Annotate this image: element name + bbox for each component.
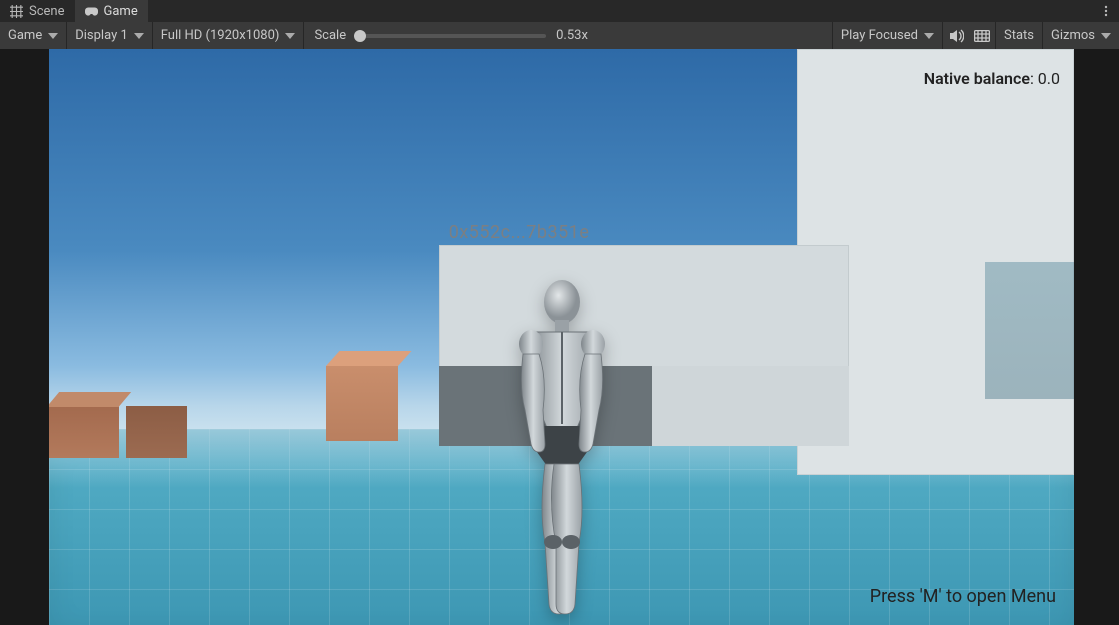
grid-icon bbox=[10, 5, 23, 18]
aspect-grid-button[interactable] bbox=[969, 22, 995, 49]
tab-scene-label: Scene bbox=[29, 4, 65, 19]
tab-scene[interactable]: Scene bbox=[0, 0, 75, 22]
camera-dropdown-label: Game bbox=[8, 28, 42, 43]
chevron-down-icon bbox=[134, 31, 144, 41]
speaker-icon bbox=[948, 28, 964, 44]
chevron-down-icon bbox=[48, 31, 58, 41]
resolution-dropdown[interactable]: Full HD (1920x1080) bbox=[153, 22, 304, 49]
tab-game[interactable]: Game bbox=[75, 0, 148, 22]
gizmos-dropdown[interactable]: Gizmos bbox=[1043, 22, 1119, 49]
scene-cube-b bbox=[126, 406, 188, 458]
tab-options-button[interactable] bbox=[1097, 0, 1115, 22]
camera-dropdown[interactable]: Game bbox=[0, 22, 66, 49]
chevron-down-icon bbox=[924, 31, 934, 41]
scale-label: Scale bbox=[314, 28, 346, 43]
display-dropdown-label: Display 1 bbox=[75, 28, 128, 43]
native-balance-caption: Native balance bbox=[924, 69, 1030, 88]
chevron-down-icon bbox=[285, 31, 295, 41]
toolbar-right: Play Focused Stats Gizmos bbox=[833, 22, 1119, 49]
native-balance-label: Native balance: 0.0 bbox=[924, 69, 1060, 88]
scale-slider[interactable] bbox=[356, 34, 546, 38]
gamepad-icon bbox=[85, 5, 98, 18]
scale-value: 0.53x bbox=[556, 28, 602, 43]
chevron-down-icon bbox=[1101, 31, 1111, 41]
menu-hint: Press 'M' to open Menu bbox=[870, 586, 1056, 607]
tab-bar: Scene Game bbox=[0, 0, 1119, 22]
scene-cube-a bbox=[49, 406, 119, 458]
player-address-label: 0x552c...7b351e bbox=[449, 222, 590, 243]
game-view[interactable]: 0x552c...7b351e bbox=[49, 49, 1074, 625]
tab-game-label: Game bbox=[104, 4, 138, 19]
native-balance-value: 0.0 bbox=[1038, 69, 1060, 88]
viewport-container: 0x552c...7b351e bbox=[0, 49, 1119, 625]
resolution-dropdown-label: Full HD (1920x1080) bbox=[161, 28, 280, 43]
scale-slider-thumb[interactable] bbox=[354, 30, 366, 42]
mute-audio-button[interactable] bbox=[943, 22, 969, 49]
scene-cube-c bbox=[326, 366, 398, 441]
player-character bbox=[497, 274, 627, 625]
scale-control: Scale 0.53x bbox=[304, 22, 831, 49]
scene-doorway bbox=[985, 262, 1074, 398]
stats-label: Stats bbox=[1004, 28, 1034, 43]
game-toolbar: Game Display 1 Full HD (1920x1080) Scale… bbox=[0, 22, 1119, 49]
display-dropdown[interactable]: Display 1 bbox=[67, 22, 152, 49]
gizmos-label: Gizmos bbox=[1051, 28, 1095, 43]
stats-button[interactable]: Stats bbox=[996, 22, 1042, 49]
keypad-icon bbox=[974, 28, 990, 44]
play-mode-label: Play Focused bbox=[841, 28, 918, 43]
play-mode-dropdown[interactable]: Play Focused bbox=[833, 22, 942, 49]
